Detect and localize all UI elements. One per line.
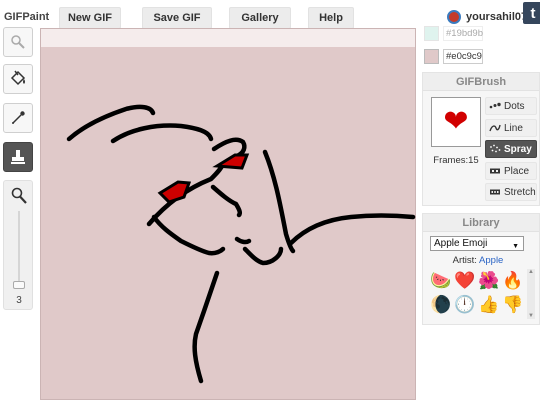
hibiscus-emoji[interactable]: 🌺 xyxy=(478,269,500,293)
scroll-down-icon[interactable]: ▼ xyxy=(527,313,535,319)
heart-emoji[interactable]: ❤️ xyxy=(454,269,476,293)
canvas-drawing xyxy=(66,104,416,384)
paint-bucket-icon xyxy=(10,70,26,86)
library-select[interactable]: Apple Emoji ▼ xyxy=(430,236,524,251)
mode-stretch-button[interactable]: Stretch xyxy=(485,183,537,201)
heart-icon: ❤ xyxy=(443,105,469,138)
secondary-color-swatch[interactable] xyxy=(424,26,439,41)
eyedropper-tool[interactable] xyxy=(3,103,33,133)
app-brand: GIFPaint xyxy=(4,11,50,23)
stretch-icon xyxy=(489,187,501,197)
emoji-grid: 🍉 ❤️ 🌺 🔥 🌘 🕛 👍 👎 xyxy=(430,269,526,317)
clock-emoji[interactable]: 🕛 xyxy=(454,293,476,317)
primary-color-hex[interactable]: #e0c9c9 xyxy=(443,49,483,64)
chevron-down-icon: ▼ xyxy=(512,243,519,250)
brush-size-handle[interactable] xyxy=(13,281,25,289)
library-artist: Artist: Apple xyxy=(423,255,533,266)
brush-size-track[interactable] xyxy=(18,211,20,289)
mode-label: Line xyxy=(504,122,523,134)
mode-dots-button[interactable]: Dots xyxy=(485,97,537,115)
stamp-icon xyxy=(11,150,25,164)
thumbs-up-emoji[interactable]: 👍 xyxy=(478,293,500,317)
save-gif-button[interactable]: Save GIF xyxy=(142,7,212,29)
dots-icon xyxy=(489,101,501,111)
spray-icon xyxy=(489,144,501,154)
artist-label: Artist: xyxy=(452,255,477,266)
eyedropper-icon xyxy=(12,111,25,124)
stamp-tool[interactable] xyxy=(3,142,33,172)
secondary-color-row: #19bd9b xyxy=(424,26,483,41)
fire-emoji[interactable]: 🔥 xyxy=(502,269,524,293)
mode-label: Spray xyxy=(504,143,532,155)
paint-bucket-tool[interactable] xyxy=(3,64,33,94)
gallery-button[interactable]: Gallery xyxy=(229,7,291,29)
mode-label: Place xyxy=(504,165,530,177)
brush-size-value: 3 xyxy=(16,295,22,306)
moon-emoji[interactable]: 🌘 xyxy=(430,293,452,317)
primary-color-row: #e0c9c9 xyxy=(424,49,483,64)
magnifier-icon xyxy=(11,35,25,49)
mode-label: Dots xyxy=(504,100,525,112)
place-icon xyxy=(489,166,501,176)
help-button[interactable]: Help xyxy=(308,7,354,29)
thumbs-down-emoji[interactable]: 👎 xyxy=(502,293,524,317)
tumblr-button[interactable]: t xyxy=(523,2,540,24)
line-icon xyxy=(489,123,501,133)
mode-label: Stretch xyxy=(504,186,536,198)
brush-size-panel: 3 xyxy=(3,180,33,310)
username: yoursahil07 xyxy=(466,11,528,23)
new-gif-button[interactable]: New GIF xyxy=(59,7,121,29)
magnifier-tool[interactable] xyxy=(3,27,33,57)
secondary-color-hex[interactable]: #19bd9b xyxy=(443,26,483,41)
library-title: Library xyxy=(423,214,539,232)
mode-spray-button[interactable]: Spray xyxy=(485,140,537,158)
watermelon-emoji[interactable]: 🍉 xyxy=(430,269,452,293)
brush-preview[interactable]: ❤ xyxy=(431,97,481,147)
mode-line-button[interactable]: Line xyxy=(485,119,537,137)
library-selected-value: Apple Emoji xyxy=(434,238,488,249)
gifbrush-panel: GIFBrush ❤ Frames:15 Dots Line Spray Pla… xyxy=(422,72,540,206)
frames-count: Frames:15 xyxy=(433,155,479,166)
zoom-brush-icon[interactable] xyxy=(10,186,28,206)
primary-color-swatch[interactable] xyxy=(424,49,439,64)
drawing-canvas[interactable] xyxy=(40,28,416,400)
library-panel: Library Apple Emoji ▼ Artist: Apple 🍉 ❤️… xyxy=(422,213,540,325)
mode-place-button[interactable]: Place xyxy=(485,162,537,180)
scroll-up-icon[interactable]: ▲ xyxy=(527,269,535,275)
gifpaint-app: GIFPaint New GIF Save GIF Gallery Help y… xyxy=(0,0,540,405)
gifbrush-title: GIFBrush xyxy=(423,73,539,91)
artist-link[interactable]: Apple xyxy=(479,255,503,266)
library-scrollbar[interactable]: ▲ ▼ xyxy=(527,269,535,319)
avatar xyxy=(447,10,461,24)
user-account[interactable]: yoursahil07 xyxy=(447,10,527,24)
